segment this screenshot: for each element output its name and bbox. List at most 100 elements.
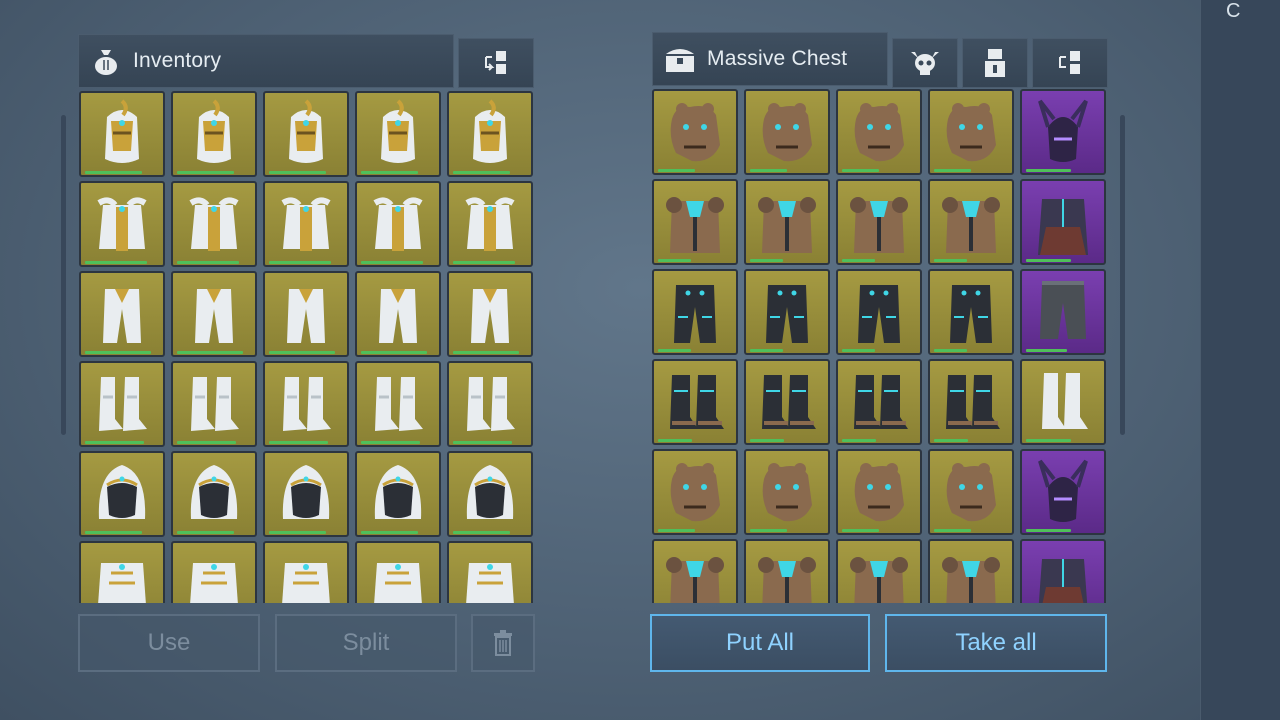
chest-slot[interactable] (836, 89, 922, 175)
inventory-slot[interactable] (79, 451, 165, 537)
chest-slot[interactable] (652, 89, 738, 175)
chest-slot[interactable] (928, 449, 1014, 535)
chest-slot[interactable] (652, 269, 738, 355)
access-button[interactable] (962, 38, 1028, 88)
durability-bar (85, 351, 151, 354)
durability-bar (842, 349, 875, 352)
side-tab-strip (1200, 0, 1280, 720)
inventory-slot[interactable] (263, 271, 349, 357)
chest-icon (281, 197, 331, 251)
inventory-slot[interactable] (263, 91, 349, 177)
pants-icon (287, 289, 325, 343)
split-button[interactable]: Split (275, 614, 457, 672)
delete-button[interactable] (471, 614, 535, 672)
inventory-slot[interactable] (79, 361, 165, 447)
durability-bar (750, 349, 783, 352)
take-all-button[interactable]: Take all (885, 614, 1107, 672)
chest-slot[interactable] (1020, 89, 1106, 175)
boots-icon (283, 377, 331, 431)
inventory-slot[interactable] (355, 91, 441, 177)
chest-slot[interactable] (1020, 359, 1106, 445)
chest-slot[interactable] (836, 539, 922, 603)
durability-bar (361, 351, 427, 354)
inventory-slot[interactable] (355, 361, 441, 447)
inventory-scrollbar[interactable] (61, 115, 66, 435)
bear-chest-icon (666, 197, 724, 253)
durability-bar (658, 259, 691, 262)
money-bag-icon (89, 44, 123, 78)
chest-title: Massive Chest (707, 47, 848, 70)
chest-slot[interactable] (836, 449, 922, 535)
inventory-slot[interactable] (171, 361, 257, 447)
chest-slot[interactable] (744, 539, 830, 603)
chest-slot[interactable] (928, 89, 1014, 175)
chest-slot[interactable] (836, 179, 922, 265)
inventory-slot[interactable] (171, 271, 257, 357)
chest-transfer-button[interactable] (1032, 38, 1108, 88)
chest-slot[interactable] (1020, 449, 1106, 535)
inventory-slot[interactable] (263, 181, 349, 267)
inventory-slot[interactable] (355, 181, 441, 267)
chest-slot[interactable] (652, 359, 738, 445)
chest-slot[interactable] (928, 269, 1014, 355)
chest-slot[interactable] (652, 179, 738, 265)
chest-slot[interactable] (928, 179, 1014, 265)
robe-icon (374, 563, 422, 603)
inventory-slot[interactable] (447, 91, 533, 177)
inventory-slot[interactable] (447, 361, 533, 447)
chest-slot[interactable] (836, 269, 922, 355)
inventory-slot[interactable] (79, 91, 165, 177)
bear-head-icon (670, 463, 720, 522)
chest-scrollbar[interactable] (1120, 115, 1125, 435)
clan-button[interactable] (892, 38, 958, 88)
bear-pants-icon (674, 285, 716, 343)
inventory-slot[interactable] (171, 91, 257, 177)
inventory-slot[interactable] (171, 181, 257, 267)
chest-slot[interactable] (744, 269, 830, 355)
inventory-slot[interactable] (447, 541, 533, 603)
hood-icon (282, 465, 330, 519)
chest-slot[interactable] (744, 359, 830, 445)
inventory-slot[interactable] (447, 181, 533, 267)
inventory-header: Inventory (78, 34, 454, 88)
inventory-slot[interactable] (79, 271, 165, 357)
chest-slot[interactable] (652, 449, 738, 535)
inventory-slot[interactable] (355, 451, 441, 537)
inventory-slot[interactable] (79, 181, 165, 267)
durability-bar (85, 171, 143, 174)
chest-slot[interactable] (836, 359, 922, 445)
inventory-slot[interactable] (355, 541, 441, 603)
put-all-button[interactable]: Put All (650, 614, 870, 672)
helmet-icon (105, 99, 139, 163)
use-button[interactable]: Use (78, 614, 260, 672)
inventory-transfer-button[interactable] (458, 38, 534, 88)
chest-slot[interactable] (744, 179, 830, 265)
pants-icon (379, 289, 417, 343)
chest-slot[interactable] (1020, 179, 1106, 265)
inventory-slot[interactable] (355, 271, 441, 357)
durability-bar (750, 259, 783, 262)
inventory-slot[interactable] (171, 451, 257, 537)
chest-slot[interactable] (1020, 539, 1106, 603)
hood-icon (98, 465, 146, 519)
durability-bar (934, 529, 971, 532)
inventory-slot[interactable] (79, 541, 165, 603)
side-tab-glyph[interactable]: C (1226, 0, 1240, 23)
inventory-slot[interactable] (263, 451, 349, 537)
chest-slot[interactable] (652, 539, 738, 603)
durability-bar (177, 441, 237, 444)
chest-slot[interactable] (744, 89, 830, 175)
inventory-slot[interactable] (263, 361, 349, 447)
chest-slot[interactable] (744, 449, 830, 535)
chest-slot[interactable] (928, 359, 1014, 445)
inventory-slot[interactable] (447, 271, 533, 357)
durability-bar (934, 439, 969, 442)
inventory-slot[interactable] (263, 541, 349, 603)
inventory-grid (79, 91, 535, 603)
inventory-slot[interactable] (171, 541, 257, 603)
chest-slot[interactable] (928, 539, 1014, 603)
durability-bar (453, 171, 511, 174)
bear-chest-icon (942, 557, 1000, 603)
inventory-slot[interactable] (447, 451, 533, 537)
chest-slot[interactable] (1020, 269, 1106, 355)
